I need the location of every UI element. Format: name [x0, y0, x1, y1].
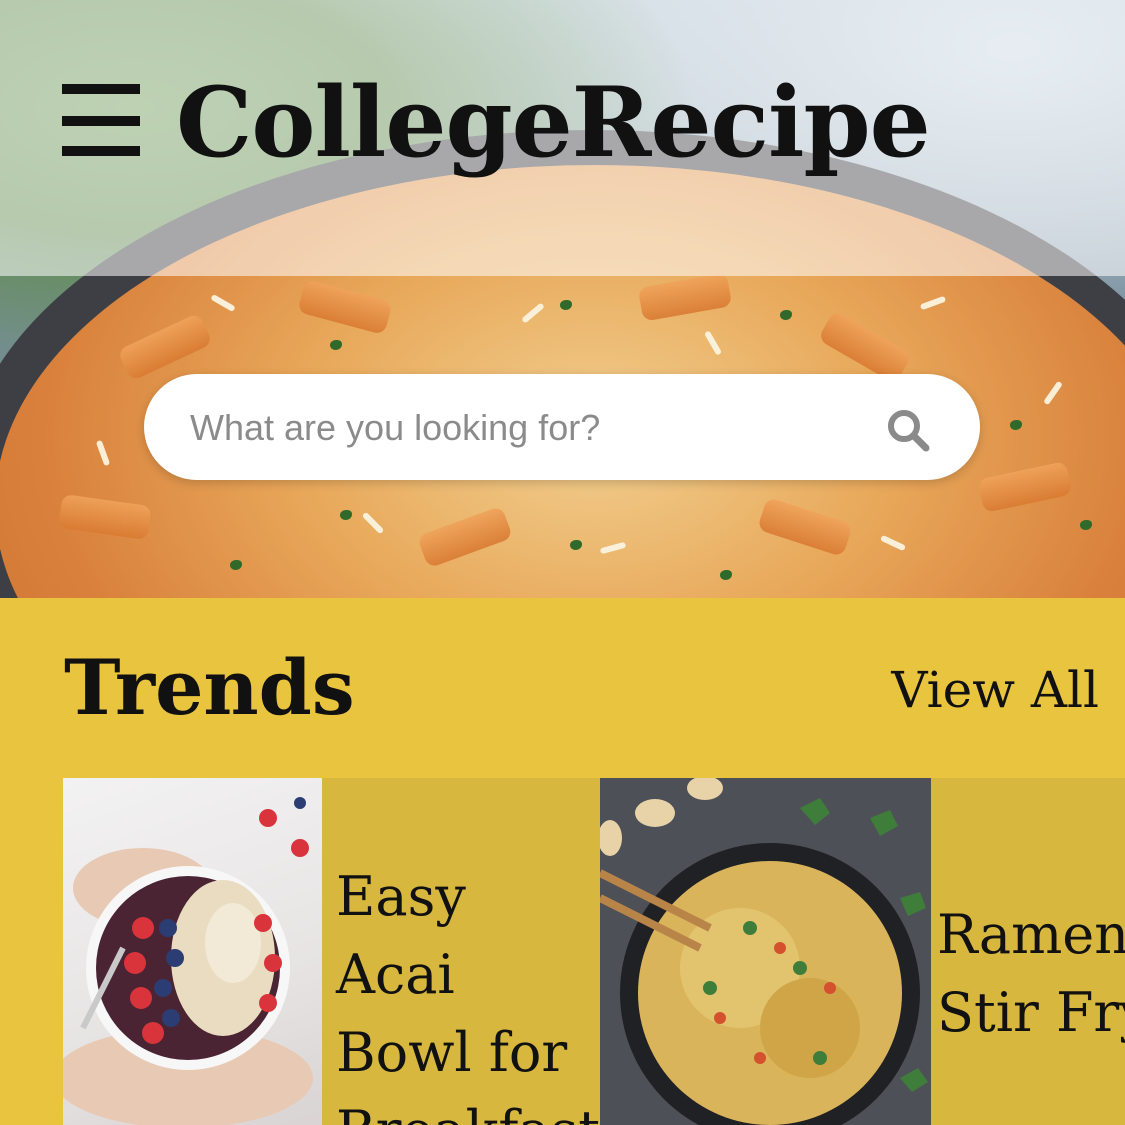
recipe-card-ramen-stir-fry[interactable]: Ramen Stir Fry [600, 778, 1125, 1125]
trends-heading: Trends [64, 643, 355, 732]
search-input[interactable] [188, 374, 872, 482]
hamburger-menu-icon[interactable] [62, 80, 142, 158]
search-bar[interactable] [144, 374, 980, 482]
acai-bowl-photo [63, 778, 322, 1125]
view-all-link[interactable]: View All [891, 652, 1099, 728]
app-title: CollegeRecipe [176, 66, 931, 179]
search-icon[interactable] [884, 406, 932, 454]
ramen-stir-fry-photo [600, 778, 931, 1125]
recipe-card-acai-bowl[interactable]: Easy Acai Bowl for Breakfast [63, 778, 600, 1125]
app-screen: CollegeRecipe Trends View All [0, 0, 1125, 1125]
recipe-card-title: Ramen Stir Fry [937, 903, 1125, 1044]
recipe-card-title: Easy Acai Bowl for Breakfast [336, 865, 600, 1125]
